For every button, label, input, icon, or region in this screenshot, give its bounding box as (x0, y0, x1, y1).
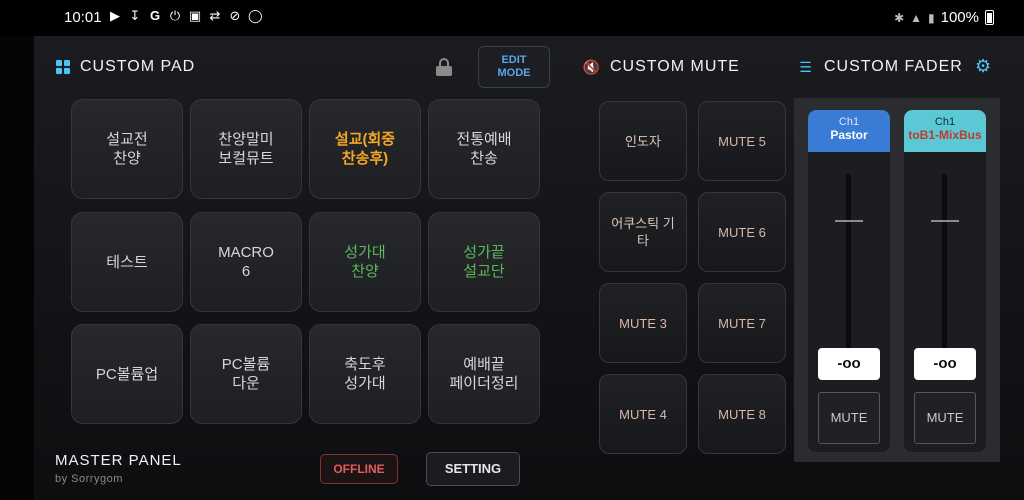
download-icon: ↧ (129, 8, 141, 23)
usb-icon: ⇄ (209, 8, 221, 23)
status-notification-icons: ▶ ↧ G ⏻ ▣ ⇄ ⊘ ◯ (108, 8, 263, 23)
power-icon: ⏻ (169, 8, 181, 23)
mouse-icon: ◯ (248, 8, 263, 23)
fader-track[interactable] (942, 174, 947, 374)
pad-5[interactable]: 테스트 (71, 212, 183, 312)
pad-3[interactable]: 설교(회중 찬송후) (309, 99, 421, 199)
mute-button-7[interactable]: MUTE 4 (599, 374, 687, 454)
custom-pad-title: CUSTOM PAD (80, 58, 196, 75)
edit-mode-label-line1: EDIT (501, 54, 527, 66)
pad-10[interactable]: PC볼륨 다운 (190, 324, 302, 424)
channel-number: Ch1 (934, 116, 956, 128)
channel-mute-button[interactable]: MUTE (914, 392, 976, 444)
mute-button-2[interactable]: MUTE 5 (698, 101, 786, 181)
fader-level-display: -oo (914, 348, 976, 380)
tv-icon: ▣ (188, 8, 202, 23)
mute-button-4[interactable]: MUTE 6 (698, 192, 786, 272)
gear-icon[interactable]: ⚙ (975, 56, 991, 77)
pad-12[interactable]: 예배끝 페이더정리 (428, 324, 540, 424)
fader-panel: Ch1 Pastor -oo MUTE Ch1 toB1-MixBus -oo … (794, 98, 1000, 462)
no-sim-icon: ⊘ (229, 8, 241, 23)
mute-button-8[interactable]: MUTE 8 (698, 374, 786, 454)
channel-number: Ch1 (838, 116, 860, 128)
fader-channel-1: Ch1 Pastor -oo MUTE (808, 110, 890, 452)
wifi-icon: ▲ (910, 10, 923, 25)
offline-status-button[interactable]: OFFLINE (320, 454, 398, 484)
edit-mode-label-line2: MODE (497, 67, 531, 79)
youtube-icon: ▶ (110, 8, 120, 23)
custom-mute-header: 🔇 CUSTOM MUTE (582, 58, 740, 76)
status-time: 10:01 (64, 9, 102, 26)
custom-fader-header: ☰ CUSTOM FADER (798, 58, 963, 76)
master-panel-subtitle: by Sorrygom (55, 473, 123, 485)
mute-button-1[interactable]: 인도자 (599, 101, 687, 181)
fader-handle[interactable] (835, 220, 863, 222)
pad-2[interactable]: 찬양말미 보컬뮤트 (190, 99, 302, 199)
sliders-icon: ☰ (799, 58, 813, 75)
grid-icon (56, 60, 70, 74)
pad-6[interactable]: MACRO 6 (190, 212, 302, 312)
pad-9[interactable]: PC볼륨업 (71, 324, 183, 424)
custom-pad-header: CUSTOM PAD (56, 58, 195, 76)
channel-mute-button[interactable]: MUTE (818, 392, 880, 444)
battery-icon (985, 10, 994, 25)
pad-7[interactable]: 성가대 찬양 (309, 212, 421, 312)
master-panel-title: MASTER PANEL (55, 452, 182, 469)
fader-level-display: -oo (818, 348, 880, 380)
pad-4[interactable]: 전통예배 찬송 (428, 99, 540, 199)
channel-name: toB1-MixBus (908, 128, 982, 142)
mute-button-3[interactable]: 어쿠스틱 기타 (599, 192, 687, 272)
mute-button-5[interactable]: MUTE 3 (599, 283, 687, 363)
pad-8[interactable]: 성가끝 설교단 (428, 212, 540, 312)
channel-header[interactable]: Ch1 Pastor (808, 110, 890, 152)
custom-fader-title: CUSTOM FADER (824, 58, 963, 75)
fader-channel-2: Ch1 toB1-MixBus -oo MUTE (904, 110, 986, 452)
custom-mute-title: CUSTOM MUTE (610, 58, 740, 75)
bluetooth-icon: ✱ (894, 10, 905, 25)
fader-track[interactable] (846, 174, 851, 374)
battery-percent: 100% (940, 9, 979, 26)
google-icon: G (149, 8, 161, 23)
fader-handle[interactable] (931, 220, 959, 222)
mute-button-6[interactable]: MUTE 7 (698, 283, 786, 363)
pad-1[interactable]: 설교전 찬양 (71, 99, 183, 199)
speaker-muted-icon: 🔇 (582, 58, 602, 75)
status-system-icons: ✱ ▲ ▮ 100% (894, 9, 994, 26)
status-bar: 10:01 ▶ ↧ G ⏻ ▣ ⇄ ⊘ ◯ ✱ ▲ ▮ 100% (0, 0, 1024, 36)
left-edge (0, 36, 34, 500)
signal-icon: ▮ (928, 10, 935, 25)
edit-mode-button[interactable]: EDIT MODE (478, 46, 550, 88)
channel-name: Pastor (830, 128, 868, 142)
lock-icon[interactable] (436, 58, 452, 76)
setting-button[interactable]: SETTING (426, 452, 520, 486)
channel-header[interactable]: Ch1 toB1-MixBus (904, 110, 986, 152)
pad-11[interactable]: 축도후 성가대 (309, 324, 421, 424)
